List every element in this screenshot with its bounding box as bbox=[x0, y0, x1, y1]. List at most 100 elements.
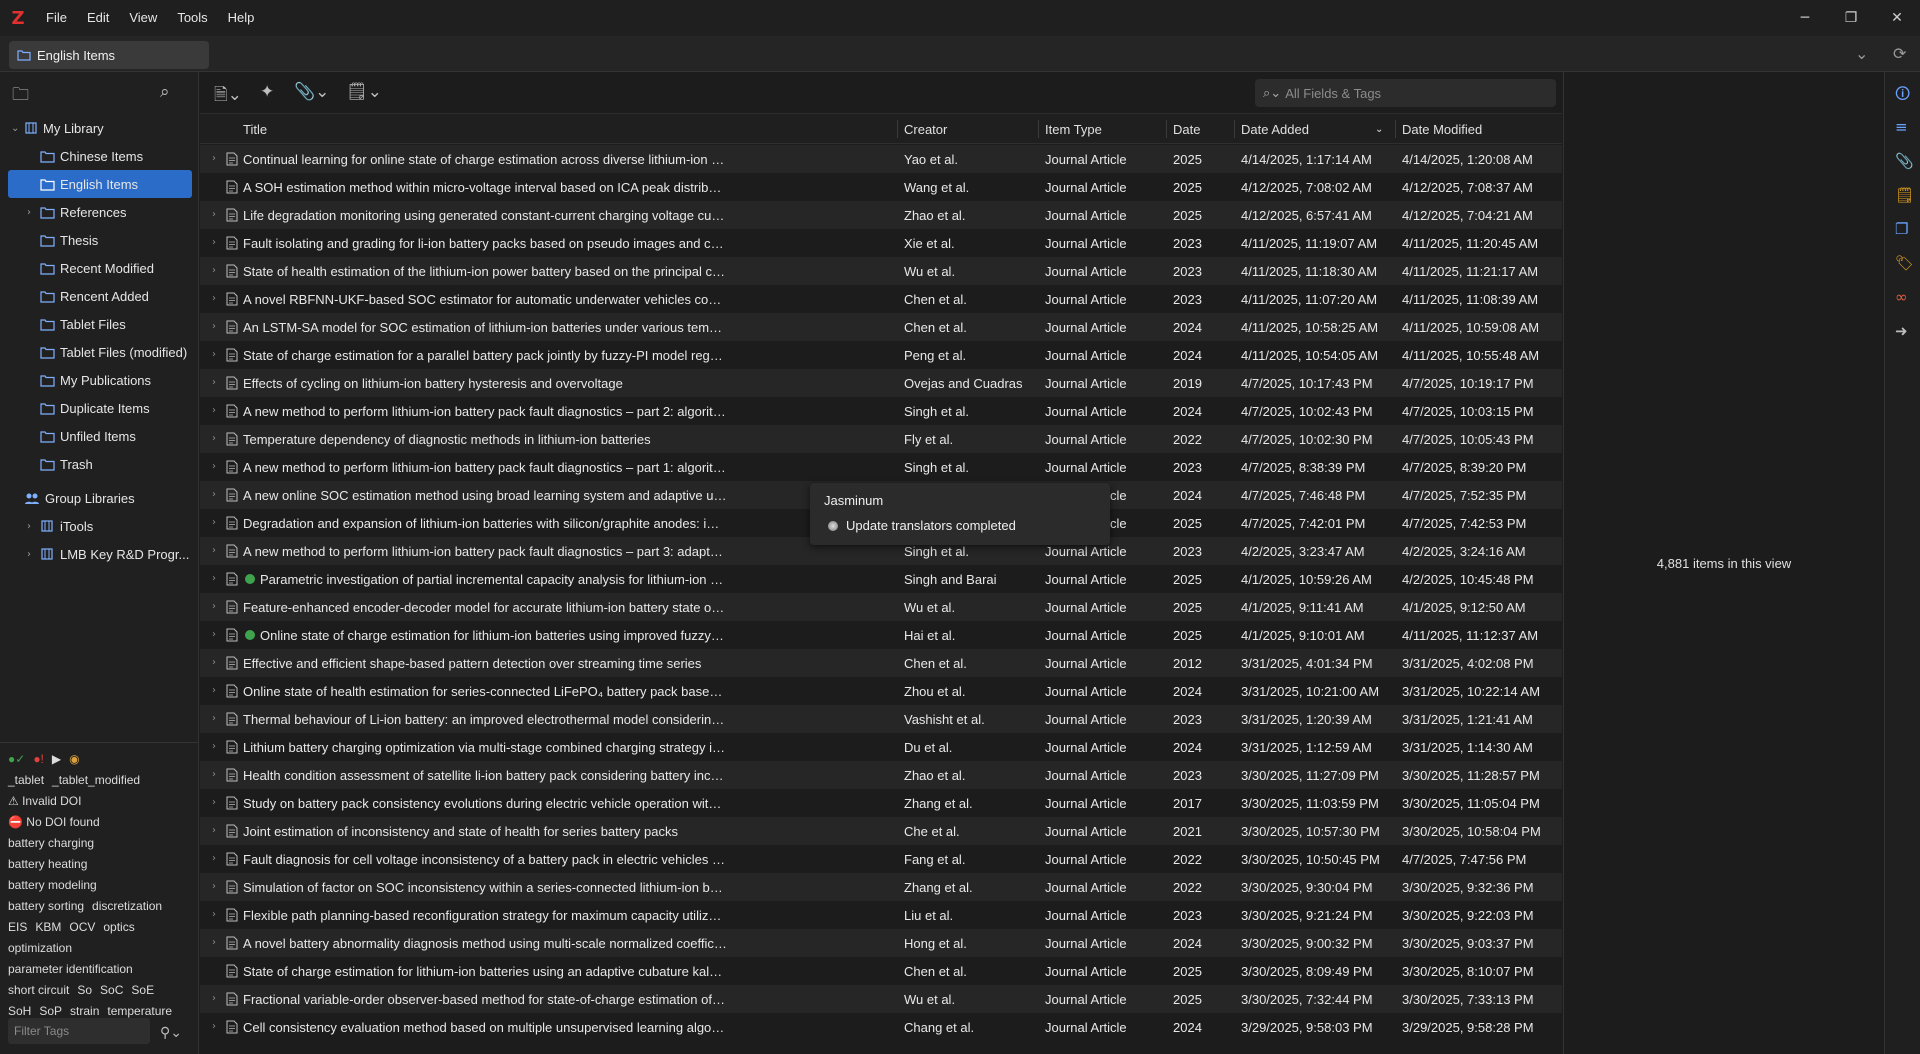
table-row[interactable]: › A novel RBFNN-UKF-based SOC estimator f… bbox=[200, 285, 1562, 313]
close-icon[interactable]: ✕ bbox=[1874, 0, 1920, 36]
locate-icon[interactable]: ➜ bbox=[1895, 322, 1908, 340]
menu-view[interactable]: View bbox=[119, 0, 167, 36]
menu-help[interactable]: Help bbox=[218, 0, 265, 36]
tree-collection-item[interactable]: Trash bbox=[0, 450, 199, 478]
table-row[interactable]: › A novel battery abnormality diagnosis m… bbox=[200, 929, 1562, 957]
tree-collection-item[interactable]: Rencent Added bbox=[0, 282, 199, 310]
tag-item[interactable]: OCV bbox=[69, 917, 95, 938]
column-date[interactable]: Date bbox=[1173, 122, 1200, 137]
tab-list-chevron-icon[interactable]: ⌄ bbox=[1855, 44, 1868, 63]
table-row[interactable]: › Online state of charge estimation for l… bbox=[200, 621, 1562, 649]
tree-group-item[interactable]: › LMB Key R&D Progr... bbox=[0, 540, 199, 568]
row-expand-chevron-icon[interactable]: › bbox=[212, 741, 216, 752]
tree-collection-item[interactable]: › References bbox=[0, 198, 199, 226]
table-row[interactable]: › Effective and efficient shape-based pat… bbox=[200, 649, 1562, 677]
tree-collection-item[interactable]: Chinese Items bbox=[0, 142, 199, 170]
table-row[interactable]: › State of health estimation of the lithi… bbox=[200, 257, 1562, 285]
row-expand-chevron-icon[interactable]: › bbox=[212, 237, 216, 248]
restore-icon[interactable]: ❐ bbox=[1828, 0, 1874, 36]
tree-group-libraries[interactable]: Group Libraries bbox=[0, 484, 199, 512]
table-row[interactable]: › Temperature dependency of diagnostic me… bbox=[200, 425, 1562, 453]
tag-item[interactable]: short circuit bbox=[8, 980, 69, 1001]
tag-item[interactable]: So bbox=[77, 980, 92, 1001]
expand-chevron-icon[interactable]: › bbox=[27, 521, 31, 532]
row-expand-chevron-icon[interactable]: › bbox=[212, 153, 216, 164]
tag-item[interactable]: discretization bbox=[92, 896, 162, 917]
column-creator[interactable]: Creator bbox=[904, 122, 947, 137]
tree-collection-item[interactable]: My Publications bbox=[0, 366, 199, 394]
collection-search-icon[interactable]: ⌕ bbox=[160, 82, 170, 102]
row-expand-chevron-icon[interactable]: › bbox=[212, 657, 216, 668]
tree-collection-item[interactable]: Tablet Files (modified) bbox=[0, 338, 199, 366]
emoji-tag[interactable]: ▶ bbox=[52, 749, 61, 770]
table-row[interactable]: › Life degradation monitoring using gener… bbox=[200, 201, 1562, 229]
row-expand-chevron-icon[interactable]: › bbox=[212, 853, 216, 864]
menu-edit[interactable]: Edit bbox=[77, 0, 119, 36]
collapse-chevron-icon[interactable]: ⌄ bbox=[11, 123, 19, 134]
tag-item[interactable]: battery sorting bbox=[8, 896, 84, 917]
tag-item[interactable]: ⛔ No DOI found bbox=[8, 812, 100, 833]
table-row[interactable]: › Online state of health estimation for s… bbox=[200, 677, 1562, 705]
table-row[interactable]: › Fault isolating and grading for li-ion … bbox=[200, 229, 1562, 257]
tree-collection-item[interactable]: Unfiled Items bbox=[0, 422, 199, 450]
row-expand-chevron-icon[interactable]: › bbox=[212, 433, 216, 444]
tag-item[interactable]: _tablet bbox=[8, 770, 44, 791]
tag-item[interactable]: battery charging bbox=[8, 833, 94, 854]
sync-icon[interactable]: ⟳ bbox=[1893, 44, 1906, 63]
table-row[interactable]: › Flexible path planning-based reconfigur… bbox=[200, 901, 1562, 929]
related-section-icon[interactable]: ∞ bbox=[1895, 288, 1908, 306]
row-expand-chevron-icon[interactable]: › bbox=[212, 825, 216, 836]
row-expand-chevron-icon[interactable]: › bbox=[212, 489, 216, 500]
notes-section-icon[interactable]: 🗒 bbox=[1895, 186, 1914, 204]
search-box[interactable]: ⌕⌄ All Fields & Tags bbox=[1255, 79, 1556, 107]
filter-tags-input[interactable]: Filter Tags bbox=[8, 1018, 150, 1044]
row-expand-chevron-icon[interactable]: › bbox=[212, 573, 216, 584]
row-expand-chevron-icon[interactable]: › bbox=[212, 909, 216, 920]
row-expand-chevron-icon[interactable]: › bbox=[212, 601, 216, 612]
row-expand-chevron-icon[interactable]: › bbox=[212, 797, 216, 808]
row-expand-chevron-icon[interactable]: › bbox=[212, 209, 216, 220]
row-expand-chevron-icon[interactable]: › bbox=[212, 461, 216, 472]
row-expand-chevron-icon[interactable]: › bbox=[212, 517, 216, 528]
new-collection-icon[interactable]: 🗀 bbox=[12, 82, 29, 111]
row-expand-chevron-icon[interactable]: › bbox=[212, 265, 216, 276]
tag-item[interactable]: battery modeling bbox=[8, 875, 97, 896]
tag-item[interactable]: battery heating bbox=[8, 854, 87, 875]
tag-item[interactable]: optics bbox=[103, 917, 134, 938]
table-row[interactable]: › Lithium battery charging optimization v… bbox=[200, 733, 1562, 761]
table-row[interactable]: › Fractional variable-order observer-base… bbox=[200, 985, 1562, 1013]
tag-item[interactable]: parameter identification bbox=[8, 959, 133, 980]
expand-chevron-icon[interactable]: › bbox=[27, 549, 31, 560]
table-row[interactable]: › Simulation of factor on SOC inconsisten… bbox=[200, 873, 1562, 901]
column-date-added[interactable]: Date Added bbox=[1241, 122, 1309, 137]
table-row[interactable]: › Continual learning for online state of … bbox=[200, 145, 1562, 173]
row-expand-chevron-icon[interactable]: › bbox=[212, 1021, 216, 1032]
emoji-tag[interactable]: ●! bbox=[33, 749, 44, 770]
menu-tools[interactable]: Tools bbox=[167, 0, 217, 36]
table-row[interactable]: A SOH estimation method within micro-vol… bbox=[200, 173, 1562, 201]
table-row[interactable]: › State of charge estimation for a parall… bbox=[200, 341, 1562, 369]
tag-item[interactable]: optimization bbox=[8, 938, 72, 959]
row-expand-chevron-icon[interactable]: › bbox=[212, 993, 216, 1004]
tag-item[interactable]: SoE bbox=[131, 980, 154, 1001]
tree-collection-item[interactable]: Recent Modified bbox=[0, 254, 199, 282]
tag-item[interactable]: _tablet_modified bbox=[52, 770, 140, 791]
row-expand-chevron-icon[interactable]: › bbox=[212, 713, 216, 724]
emoji-tag[interactable]: ◉ bbox=[69, 749, 79, 770]
table-row[interactable]: State of charge estimation for lithium-i… bbox=[200, 957, 1562, 985]
column-item-type[interactable]: Item Type bbox=[1045, 122, 1102, 137]
row-expand-chevron-icon[interactable]: › bbox=[212, 937, 216, 948]
tree-collection-item[interactable]: English Items bbox=[8, 170, 192, 198]
new-item-icon[interactable]: 🗎⌄ bbox=[214, 82, 242, 111]
table-row[interactable]: › Study on battery pack consistency evolu… bbox=[200, 789, 1562, 817]
attachments-section-icon[interactable]: 📎 bbox=[1895, 152, 1914, 170]
table-row[interactable]: › Parametric investigation of partial inc… bbox=[200, 565, 1562, 593]
table-row[interactable]: › A new method to perform lithium-ion bat… bbox=[200, 397, 1562, 425]
add-attachment-icon[interactable]: 📎⌄ bbox=[294, 82, 329, 102]
new-note-icon[interactable]: 🗒⌄ bbox=[346, 82, 382, 102]
row-expand-chevron-icon[interactable]: › bbox=[212, 321, 216, 332]
minimize-icon[interactable]: ─ bbox=[1782, 0, 1828, 36]
tag-item[interactable]: ⚠ Invalid DOI bbox=[8, 791, 81, 812]
column-date-modified[interactable]: Date Modified bbox=[1402, 122, 1482, 137]
table-row[interactable]: › An LSTM-SA model for SOC estimation of … bbox=[200, 313, 1562, 341]
